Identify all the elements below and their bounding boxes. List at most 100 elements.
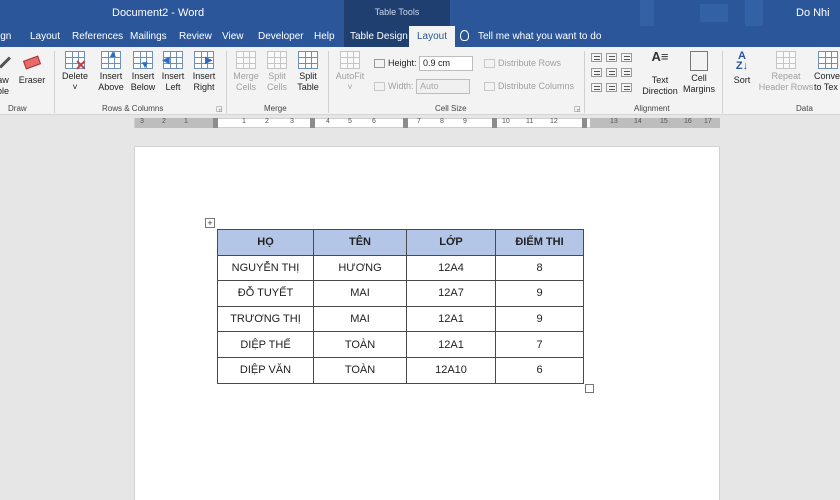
ruler-label: 6: [372, 118, 376, 125]
split-cells-button[interactable]: Split Cells: [264, 51, 290, 93]
tab-developer[interactable]: Developer: [258, 26, 304, 47]
convert-to-text-button[interactable]: Conve to Tex: [814, 51, 840, 93]
table-cell[interactable]: 8: [495, 254, 584, 282]
table-cell[interactable]: 12A1: [406, 305, 496, 333]
distribute-columns-button[interactable]: Distribute Columns: [484, 81, 574, 92]
distribute-rows-button[interactable]: Distribute Rows: [484, 58, 561, 69]
align-bottom-left-icon[interactable]: [591, 83, 602, 92]
resize-icon[interactable]: [585, 384, 594, 393]
repeat-label-2: Header Rows: [758, 82, 814, 92]
ribbon-body: aw ble Eraser Draw ✕ Delete ˅ ▲ Insert A…: [0, 47, 840, 115]
ruler-label: 9: [463, 118, 467, 125]
table-row: DIỆP THẾ TOÀN 12A1 7: [217, 331, 584, 358]
draw-table-button[interactable]: aw ble: [0, 51, 12, 97]
table-cell[interactable]: 12A4: [406, 254, 496, 282]
horizontal-ruler[interactable]: 3 2 1 1 2 3 4 5 6 7 8 9 10 11 12 13 14 1…: [0, 116, 840, 131]
ruler-column-marker[interactable]: [492, 118, 497, 128]
align-middle-left-icon[interactable]: [591, 68, 602, 77]
align-top-center-icon[interactable]: [606, 53, 617, 62]
table-cell[interactable]: 12A10: [406, 356, 496, 384]
ruler-label: 7: [417, 118, 421, 125]
move-icon[interactable]: +: [205, 218, 215, 228]
insert-below-button[interactable]: ▼ Insert Below: [128, 51, 158, 93]
ruler-label: 14: [634, 118, 642, 125]
table-cell[interactable]: DIỆP THẾ: [217, 331, 314, 358]
tab-design[interactable]: ign: [0, 26, 11, 47]
group-separator: [722, 51, 723, 113]
tab-references[interactable]: References: [72, 26, 123, 47]
table-cell[interactable]: MAI: [313, 305, 407, 333]
delete-caret: ˅: [72, 82, 78, 92]
insert-right-button[interactable]: ▶ Insert Right: [190, 51, 218, 93]
table-cell[interactable]: MAI: [313, 280, 407, 307]
tab-help[interactable]: Help: [314, 26, 335, 47]
align-bottom-right-icon[interactable]: [621, 83, 632, 92]
group-separator: [584, 51, 585, 113]
sort-button[interactable]: A Z↓ Sort: [728, 51, 756, 86]
row-height-field[interactable]: 0.9 cm: [419, 56, 474, 71]
header-cell-ten[interactable]: TÊN: [313, 229, 407, 256]
table-tools-label: Table Tools: [374, 7, 420, 17]
tab-mailings[interactable]: Mailings: [130, 26, 167, 47]
merge-cells-button[interactable]: Merge Cells: [232, 51, 260, 93]
split-table-button[interactable]: Split Table: [294, 51, 322, 93]
autofit-button[interactable]: AutoFit ˅: [334, 51, 366, 93]
eraser-button[interactable]: Eraser: [18, 51, 46, 86]
align-middle-center-icon[interactable]: [606, 68, 617, 77]
title-decoration: [745, 0, 763, 26]
merge-cells-icon: [236, 51, 256, 69]
tell-me-search[interactable]: Tell me what you want to do: [460, 26, 601, 47]
text-direction-button[interactable]: A≡ Text Direction: [640, 49, 680, 97]
ruler-label: 10: [502, 118, 510, 125]
header-cell-diem-thi[interactable]: ĐIỂM THI: [495, 229, 584, 256]
dialog-launcher-icon[interactable]: ◲: [574, 105, 581, 113]
ruler-column-marker[interactable]: [403, 118, 408, 128]
table-cell[interactable]: 9: [495, 280, 584, 307]
merge-cells-label-2: Cells: [235, 82, 256, 92]
split-cells-label-1: Split: [268, 71, 286, 81]
ruler-label: 1: [184, 118, 188, 125]
table-cell[interactable]: 7: [495, 331, 584, 358]
tab-table-design[interactable]: Table Design: [350, 26, 408, 47]
table-cell[interactable]: NGUYỄN THỊ: [217, 254, 314, 282]
document-table[interactable]: HỌ TÊN LỚP ĐIỂM THI NGUYỄN THỊ HƯƠNG 12A…: [217, 229, 584, 384]
delete-button[interactable]: ✕ Delete ˅: [60, 51, 90, 93]
table-cell[interactable]: 12A1: [406, 331, 496, 358]
table-cell[interactable]: DIỆP VĂN: [217, 356, 314, 384]
insert-below-icon: ▼: [133, 51, 153, 71]
column-width-field[interactable]: Auto: [416, 79, 471, 94]
table-cell[interactable]: TOÀN: [313, 331, 407, 358]
tab-layout-page[interactable]: Layout: [30, 26, 60, 47]
table-cell[interactable]: HƯƠNG: [313, 254, 407, 282]
table-cell[interactable]: 6: [495, 356, 584, 384]
ruler-column-marker[interactable]: [213, 118, 218, 128]
insert-below-label-2: Below: [130, 82, 156, 92]
table-cell[interactable]: TOÀN: [313, 356, 407, 384]
convert-label-2: to Tex: [814, 82, 838, 92]
group-separator: [226, 51, 227, 113]
repeat-header-rows-button[interactable]: Repeat Header Rows: [758, 51, 814, 93]
dialog-launcher-icon[interactable]: ◲: [216, 105, 223, 113]
header-cell-ho[interactable]: HỌ: [217, 229, 314, 256]
header-cell-lop[interactable]: LỚP: [406, 229, 496, 256]
align-bottom-center-icon[interactable]: [606, 83, 617, 92]
insert-above-label-1: Insert: [99, 71, 123, 81]
ruler-column-marker[interactable]: [582, 118, 587, 128]
tab-view[interactable]: View: [222, 26, 244, 47]
table-cell[interactable]: 9: [495, 305, 584, 333]
table-cell[interactable]: TRƯƠNG THỊ: [217, 305, 314, 333]
align-top-right-icon[interactable]: [621, 53, 632, 62]
insert-left-button[interactable]: ◀ Insert Left: [160, 51, 186, 93]
cell-margins-button[interactable]: Cell Margins: [680, 51, 718, 95]
ruler-column-marker[interactable]: [310, 118, 315, 128]
table-cell[interactable]: ĐỖ TUYẾT: [217, 280, 314, 307]
insert-above-button[interactable]: ▲ Insert Above: [96, 49, 126, 93]
tab-review[interactable]: Review: [179, 26, 212, 47]
tab-table-layout[interactable]: Layout: [409, 26, 456, 47]
text-direction-icon: A≡: [651, 49, 669, 64]
user-name[interactable]: Do Nhi: [796, 7, 830, 19]
table-cell[interactable]: 12A7: [406, 280, 496, 307]
align-middle-right-icon[interactable]: [621, 68, 632, 77]
align-top-left-icon[interactable]: [591, 53, 602, 62]
repeat-label-1: Repeat: [771, 71, 801, 81]
